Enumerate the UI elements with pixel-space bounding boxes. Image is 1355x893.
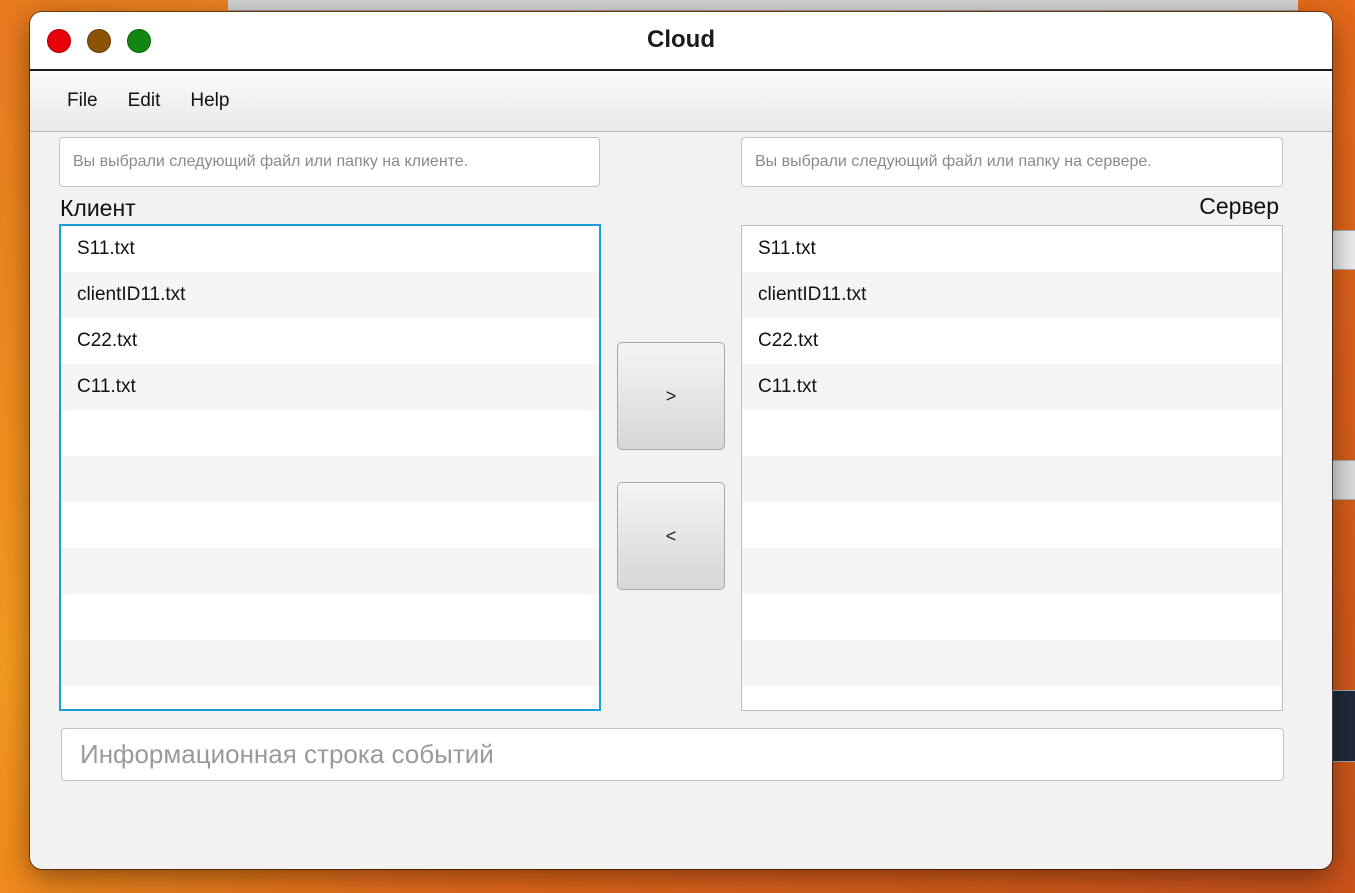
- menu-help[interactable]: Help: [175, 84, 244, 118]
- event-status-field[interactable]: Информационная строка событий: [61, 728, 1284, 781]
- list-item[interactable]: [742, 640, 1282, 686]
- client-file-list[interactable]: S11.txt clientID11.txt C22.txt C11.txt: [59, 224, 601, 711]
- list-item[interactable]: S11.txt: [61, 226, 599, 272]
- list-item[interactable]: clientID11.txt: [61, 272, 599, 318]
- list-item[interactable]: [61, 640, 599, 686]
- list-item[interactable]: [61, 456, 599, 502]
- desktop-window-thumbnail: [1332, 460, 1355, 500]
- list-item[interactable]: [742, 456, 1282, 502]
- desktop-window-thumbnail: [1332, 690, 1355, 762]
- list-item[interactable]: C22.txt: [742, 318, 1282, 364]
- client-path-field[interactable]: Вы выбрали следующий файл или папку на к…: [59, 137, 600, 187]
- download-to-client-button[interactable]: <: [617, 482, 725, 590]
- list-item[interactable]: [61, 502, 599, 548]
- window-title: Cloud: [647, 26, 715, 53]
- menu-bar: File Edit Help: [30, 71, 1332, 132]
- menu-file[interactable]: File: [52, 84, 113, 118]
- list-item[interactable]: [742, 548, 1282, 594]
- server-path-placeholder: Вы выбрали следующий файл или папку на с…: [755, 153, 1152, 170]
- client-path-placeholder: Вы выбрали следующий файл или папку на к…: [73, 153, 469, 170]
- list-item[interactable]: S11.txt: [742, 226, 1282, 272]
- list-item[interactable]: [61, 594, 599, 640]
- list-item[interactable]: [61, 548, 599, 594]
- menu-edit[interactable]: Edit: [113, 84, 176, 118]
- list-item[interactable]: [742, 502, 1282, 548]
- list-item[interactable]: [61, 686, 599, 709]
- server-path-field[interactable]: Вы выбрали следующий файл или папку на с…: [741, 137, 1283, 187]
- desktop-window-thumbnail: [1332, 230, 1355, 270]
- list-item[interactable]: C22.txt: [61, 318, 599, 364]
- desktop-thumbnail-strip: [228, 0, 1298, 11]
- server-file-list[interactable]: S11.txt clientID11.txt C22.txt C11.txt: [741, 225, 1283, 711]
- server-pane-label: Сервер: [1199, 193, 1279, 219]
- list-item[interactable]: [742, 594, 1282, 640]
- list-item[interactable]: [742, 410, 1282, 456]
- app-window: Cloud File Edit Help Вы выбрали следующи…: [30, 12, 1332, 869]
- list-item[interactable]: C11.txt: [61, 364, 599, 410]
- list-item[interactable]: C11.txt: [742, 364, 1282, 410]
- title-bar[interactable]: Cloud: [30, 12, 1332, 71]
- list-item[interactable]: [61, 410, 599, 456]
- upload-to-server-button[interactable]: >: [617, 342, 725, 450]
- list-item[interactable]: [742, 686, 1282, 710]
- client-pane-label: Клиент: [60, 195, 136, 221]
- list-item[interactable]: clientID11.txt: [742, 272, 1282, 318]
- event-status-placeholder: Информационная строка событий: [80, 739, 494, 769]
